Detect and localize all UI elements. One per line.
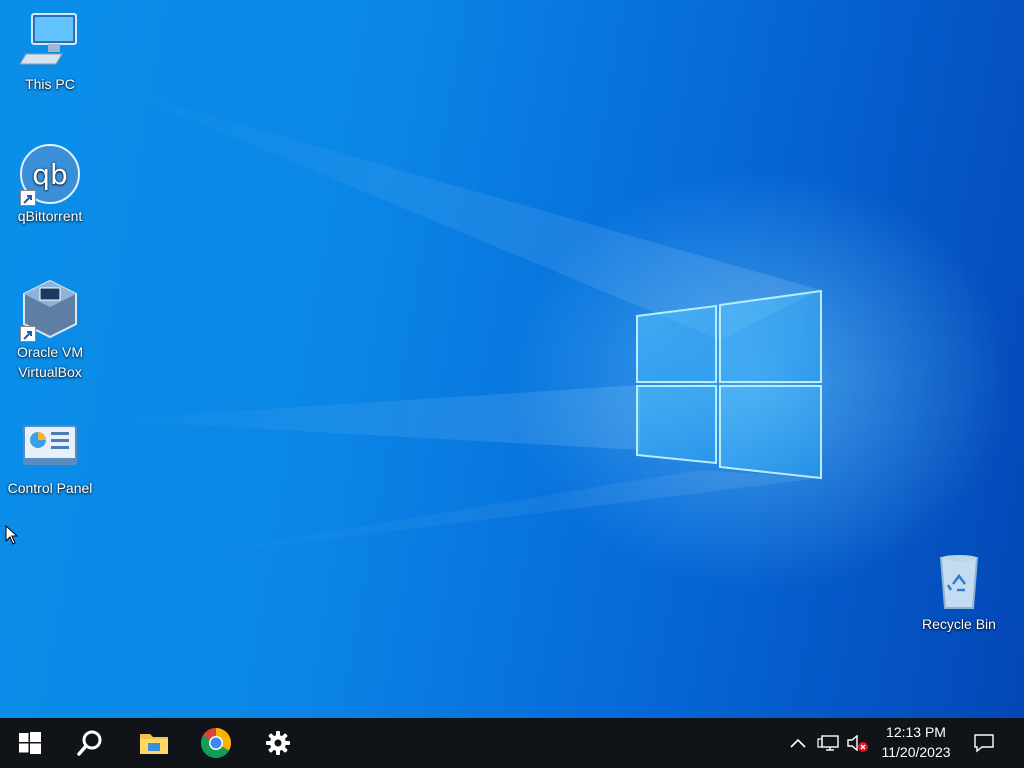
clock-date: 11/20/2023: [881, 744, 951, 760]
action-center-button[interactable]: [966, 718, 1002, 768]
desktop-icon-virtualbox[interactable]: Oracle VM VirtualBox: [2, 278, 98, 382]
computer-icon: [18, 10, 82, 74]
desktop-icon-label: qBittorrent: [17, 208, 83, 224]
search-button[interactable]: [62, 718, 118, 768]
desktop-icon-control-panel[interactable]: Control Panel: [2, 414, 98, 498]
virtualbox-icon: [18, 278, 82, 342]
windows-logo-window: [636, 289, 822, 480]
qbittorrent-icon: qb: [18, 142, 82, 206]
show-hidden-icons-button[interactable]: [786, 718, 810, 768]
chrome-button[interactable]: [188, 718, 244, 768]
desktop-icon-label: Control Panel: [7, 480, 93, 496]
desktop-icon-recycle-bin[interactable]: Recycle Bin: [911, 550, 1007, 634]
desktop-icon-label: Recycle Bin: [922, 616, 996, 632]
file-explorer-button[interactable]: [126, 718, 182, 768]
action-center-icon: [974, 734, 994, 753]
desktop-icon-label: Oracle VM: [16, 344, 84, 360]
network-button[interactable]: [814, 718, 842, 768]
settings-button[interactable]: [250, 718, 306, 768]
search-icon: [77, 730, 102, 756]
settings-gear-icon: [266, 731, 290, 755]
desktop-icon-qbittorrent[interactable]: qb qBittorrent: [2, 142, 98, 226]
desktop[interactable]: This PC qb qBittorrent Oracle VM Virtual…: [0, 0, 1024, 718]
windows-start-icon: [19, 732, 41, 754]
start-button[interactable]: [0, 718, 60, 768]
svg-text:qb: qb: [32, 158, 68, 191]
chevron-up-icon: [790, 738, 806, 748]
desktop-icon-label: VirtualBox: [18, 364, 82, 380]
desktop-icon-this-pc[interactable]: This PC: [2, 10, 98, 94]
clock-time: 12:13 PM: [886, 724, 946, 740]
control-panel-icon: [18, 414, 82, 478]
chrome-icon: [200, 728, 232, 759]
recycle-bin-icon: [927, 550, 991, 614]
mouse-cursor-icon: [5, 525, 19, 545]
network-icon: [817, 735, 839, 751]
file-explorer-icon: [140, 734, 168, 754]
volume-button[interactable]: [844, 718, 872, 768]
clock-button[interactable]: 12:13 PM 11/20/2023: [872, 718, 960, 768]
shortcut-arrow-icon: [20, 326, 36, 342]
shortcut-arrow-icon: [20, 190, 36, 206]
wallpaper: [100, 90, 822, 560]
desktop-icon-label: This PC: [25, 76, 75, 92]
taskbar: 12:13 PM 11/20/2023: [0, 718, 1024, 768]
volume-muted-icon: [847, 734, 868, 752]
